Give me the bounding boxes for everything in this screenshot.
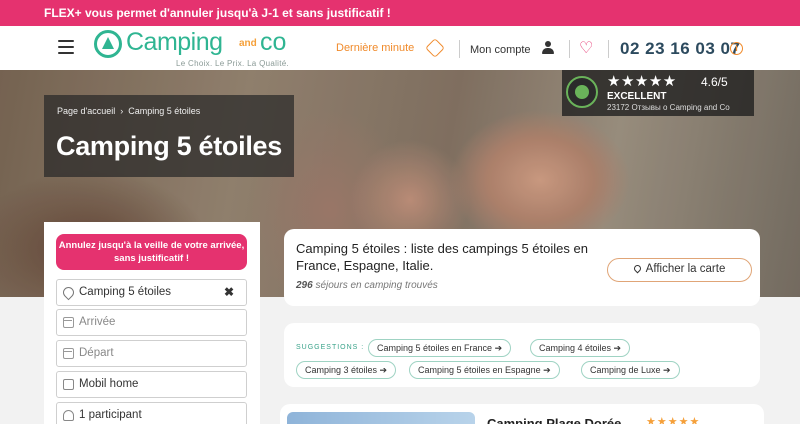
- listing-image[interactable]: [287, 412, 475, 424]
- arrival-field[interactable]: Arrivée: [56, 309, 247, 336]
- departure-placeholder: Départ: [79, 347, 114, 359]
- accommodation-value: Mobil home: [79, 378, 139, 390]
- participants-field[interactable]: 1 participant: [56, 402, 247, 424]
- rating-score: 4.6/5: [701, 75, 728, 89]
- last-minute-link[interactable]: Dernière minute: [336, 42, 414, 54]
- results-count-number: 296: [296, 280, 313, 291]
- breadcrumb-current: Camping 5 étoiles: [128, 106, 201, 116]
- suggestion-chip[interactable]: Camping 4 étoiles ➔: [530, 339, 631, 357]
- search-sidebar: Annulez jusqu'à la veille de votre arriv…: [44, 222, 260, 424]
- show-map-button[interactable]: Afficher la carte: [607, 258, 752, 282]
- suggestion-chip[interactable]: Camping 5 étoiles en Espagne ➔: [409, 361, 560, 379]
- title-panel: Page d'accueil › Camping 5 étoiles Camping…: [44, 95, 294, 177]
- user-icon[interactable]: [542, 41, 554, 55]
- results-title: Camping 5 étoiles : liste des campings 5…: [296, 241, 588, 273]
- show-map-label: Afficher la carte: [645, 263, 726, 275]
- flex-cancel-button[interactable]: Annulez jusqu'à la veille de votre arriv…: [56, 234, 247, 270]
- listing-stars: ★★★★★: [646, 416, 701, 424]
- flame-icon[interactable]: [425, 38, 445, 58]
- results-count: 296 séjours en camping trouvés: [296, 280, 438, 291]
- destination-field[interactable]: Camping 5 étoiles ✖: [56, 279, 247, 306]
- departure-field[interactable]: Départ: [56, 340, 247, 367]
- calendar-icon: [63, 317, 74, 328]
- results-header-card: Camping 5 étoiles : liste des campings 5…: [284, 229, 760, 306]
- divider: [608, 40, 609, 58]
- info-icon[interactable]: i: [730, 42, 743, 55]
- pin-icon: [60, 284, 77, 301]
- suggestion-chip[interactable]: Camping 3 étoiles ➔: [296, 361, 397, 379]
- phone-number[interactable]: 02 23 16 03 07: [620, 39, 740, 59]
- divider: [569, 40, 570, 58]
- people-icon: [63, 410, 74, 421]
- suggestion-chip[interactable]: Camping de Luxe ➔: [581, 361, 680, 379]
- logo[interactable]: Camping and co Le Choix. Le Prix. La Qua…: [94, 28, 304, 68]
- rating-stars: ★★★★★: [607, 73, 677, 90]
- heart-icon[interactable]: ♡: [579, 38, 593, 58]
- suggestion-chip[interactable]: Camping 5 étoiles en France ➔: [368, 339, 512, 357]
- breadcrumb-home[interactable]: Page d'accueil: [57, 106, 115, 116]
- calendar-icon: [63, 348, 74, 359]
- participants-value: 1 participant: [79, 409, 142, 421]
- listing-card[interactable]: Camping Plage Dorée ★★★★★: [280, 404, 764, 424]
- site-header: Camping and co Le Choix. Le Prix. La Qua…: [0, 26, 800, 70]
- award-badge-icon: [566, 76, 598, 108]
- arrival-placeholder: Arrivée: [79, 316, 116, 328]
- logo-and: and: [239, 38, 257, 49]
- chevron-right-icon: ›: [120, 106, 124, 116]
- page-title: Camping 5 étoiles: [56, 131, 282, 161]
- divider: [459, 40, 460, 58]
- promo-banner[interactable]: FLEX+ vous permet d'annuler jusqu'à J-1 …: [0, 0, 800, 26]
- rating-label: EXCELLENT: [607, 91, 667, 102]
- logo-text: Camping: [126, 28, 223, 56]
- breadcrumb: Page d'accueil › Camping 5 étoiles: [57, 106, 200, 116]
- accommodation-field[interactable]: Mobil home: [56, 371, 247, 398]
- results-count-text: séjours en camping trouvés: [312, 280, 438, 291]
- destination-value: Camping 5 étoiles: [79, 286, 172, 298]
- logo-co: co: [260, 28, 287, 56]
- home-icon: [63, 379, 74, 390]
- suggestions-card: SUGGESTIONS : Camping 5 étoiles en Franc…: [284, 323, 760, 387]
- listing-title[interactable]: Camping Plage Dorée: [487, 416, 621, 424]
- close-icon[interactable]: ✖: [224, 280, 234, 305]
- suggestions-label: SUGGESTIONS :: [296, 344, 365, 351]
- map-pin-icon: [632, 263, 643, 274]
- review-count: 23172 Отзывы о Camping and Co: [607, 103, 730, 112]
- account-link[interactable]: Mon compte: [470, 44, 531, 56]
- logo-tagline: Le Choix. Le Prix. La Qualité.: [176, 59, 290, 68]
- menu-icon[interactable]: [58, 40, 74, 54]
- rating-widget[interactable]: ★★★★★ 4.6/5 EXCELLENT 23172 Отзывы о Cam…: [562, 70, 754, 116]
- logo-tent-icon: [94, 30, 122, 58]
